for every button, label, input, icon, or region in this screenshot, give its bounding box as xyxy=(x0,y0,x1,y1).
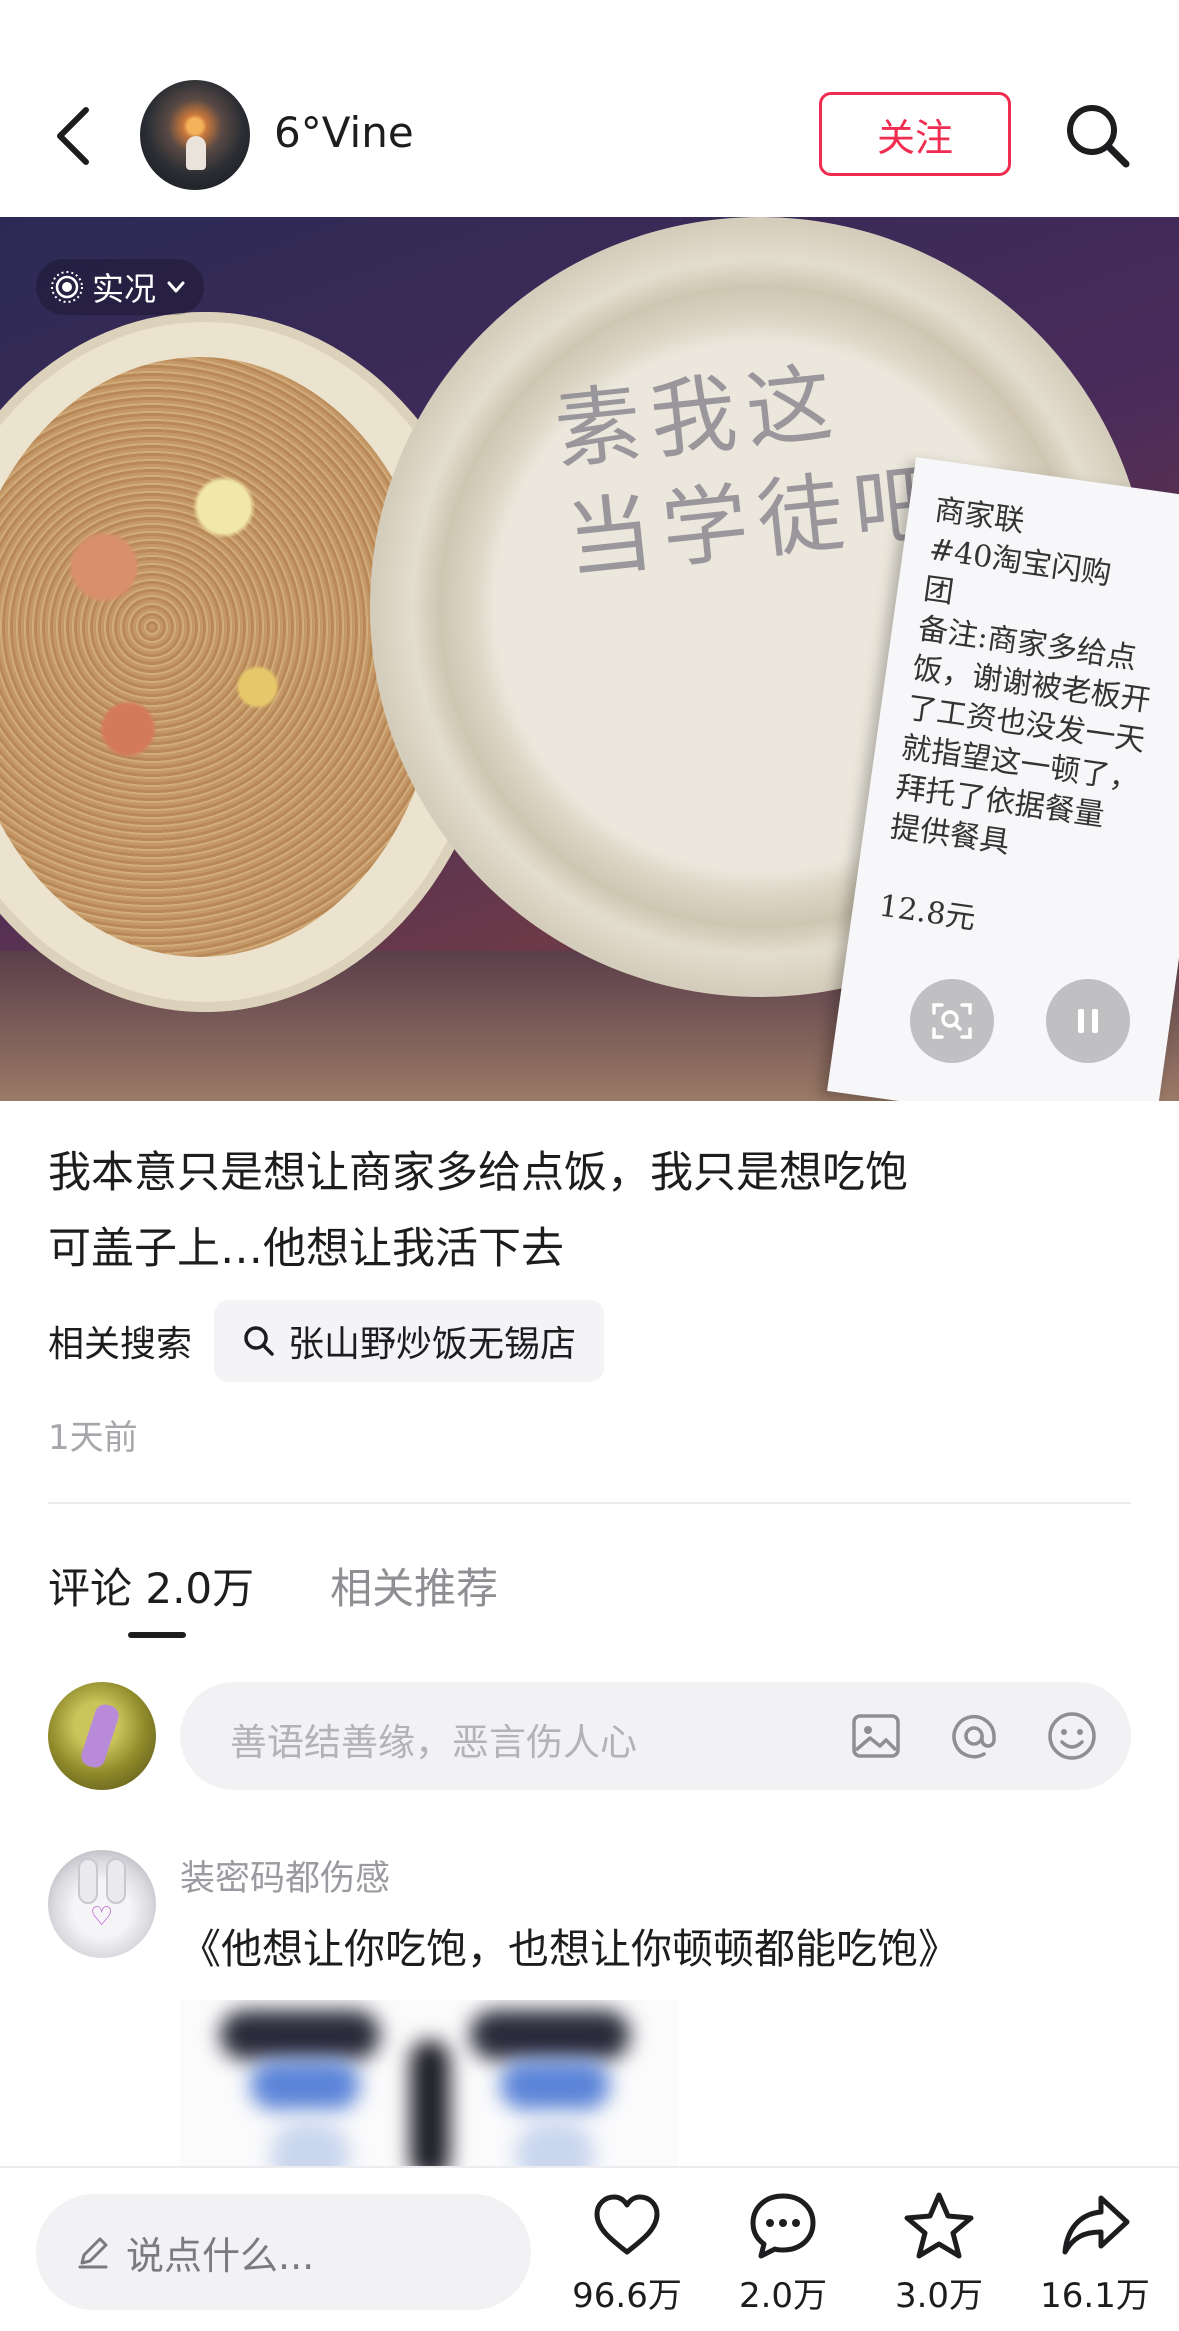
author-name[interactable]: 6°Vine xyxy=(274,108,414,157)
chevron-down-icon xyxy=(167,281,185,293)
pencil-icon xyxy=(78,2237,108,2269)
post-timestamp: 1天前 xyxy=(48,1418,138,1458)
my-avatar xyxy=(48,1682,156,1790)
mention-icon[interactable] xyxy=(944,1706,1004,1766)
live-photo-icon xyxy=(51,271,83,303)
share-count: 16.1万 xyxy=(1040,2276,1150,2316)
tab-bar: 评论 2.0万 相关推荐 xyxy=(48,1555,498,1635)
tab-comments[interactable]: 评论 2.0万 xyxy=(48,1555,254,1635)
comment-button[interactable]: 2.0万 xyxy=(718,2188,848,2328)
receipt-text: 商家联 #40淘宝闪购 团 备注:商家多给点 饭，谢谢被老板开 了工资也没发一天… xyxy=(876,492,1153,937)
heart-icon: ♡ xyxy=(90,1902,114,1932)
comment-input-placeholder: 善语结善缘，恶言伤人心 xyxy=(230,1721,637,1764)
commenter-avatar[interactable]: ♡ xyxy=(48,1850,156,1958)
related-search-label: 相关搜索 xyxy=(48,1324,193,1365)
post-photo[interactable]: 素我这 当学徒吧 商家联 #40淘宝闪购 团 备注:商家多给点 饭，谢谢被老板开… xyxy=(0,217,1179,1101)
commenter-name[interactable]: 装密码都伤感 xyxy=(180,1850,390,1901)
star-icon xyxy=(904,2192,974,2259)
follow-button[interactable]: 关注 xyxy=(819,92,1011,176)
tab-related-recommendations[interactable]: 相关推荐 xyxy=(330,1555,498,1635)
comment-text: 《他想让你吃饱，也想让你顿顿都能吃饱》 xyxy=(180,1925,959,1973)
say-something-input[interactable]: 说点什么... xyxy=(36,2194,531,2310)
like-button[interactable]: 96.6万 xyxy=(562,2188,692,2328)
caption-line-2: 可盖子上…他想让我活下去 xyxy=(48,1224,564,1274)
comment-count: 2.0万 xyxy=(738,2276,828,2316)
bottom-action-bar: 说点什么... 96.6万 2.0万 3.0万 16.1万 xyxy=(0,2166,1179,2331)
search-icon xyxy=(1067,105,1130,168)
post-caption: 我本意只是想让商家多给点饭，我只是想吃饱 可盖子上…他想让我活下去 xyxy=(48,1135,1138,1287)
active-tab-indicator xyxy=(128,1632,186,1638)
image-icon[interactable] xyxy=(846,1706,906,1766)
chevron-left-icon xyxy=(57,107,89,165)
scan-search-icon xyxy=(932,1003,972,1039)
lid-handwriting: 素我这 当学徒吧 xyxy=(550,352,954,592)
caption-line-1: 我本意只是想让商家多给点饭，我只是想吃饱 xyxy=(48,1148,908,1198)
top-bar: 6°Vine 关注 xyxy=(0,0,1179,217)
favorite-count: 3.0万 xyxy=(894,2276,984,2316)
related-search-query: 张山野炒饭无锡店 xyxy=(288,1324,577,1365)
emoji-icon[interactable] xyxy=(1042,1706,1102,1766)
comment-input[interactable]: 善语结善缘，恶言伤人心 xyxy=(180,1682,1131,1790)
related-search: 相关搜索 张山野炒饭无锡店 xyxy=(48,1300,605,1382)
comment-bubble-icon xyxy=(750,2193,816,2259)
like-count: 96.6万 xyxy=(572,2276,682,2316)
live-photo-badge[interactable]: 实况 xyxy=(36,259,205,315)
heart-icon xyxy=(594,2194,660,2255)
author-avatar[interactable] xyxy=(140,80,250,190)
search-icon xyxy=(244,1326,274,1356)
live-photo-label: 实况 xyxy=(92,270,157,308)
related-search-chip[interactable]: 张山野炒饭无锡店 xyxy=(214,1300,605,1382)
back-button[interactable] xyxy=(44,96,104,176)
search-button[interactable] xyxy=(1062,100,1134,172)
divider xyxy=(48,1502,1131,1504)
pause-button[interactable] xyxy=(1046,979,1130,1063)
share-button[interactable]: 16.1万 xyxy=(1030,2188,1160,2328)
image-search-button[interactable] xyxy=(910,979,994,1063)
pause-icon xyxy=(1078,1009,1098,1033)
favorite-button[interactable]: 3.0万 xyxy=(874,2188,1004,2328)
say-something-placeholder: 说点什么... xyxy=(126,2233,315,2278)
share-arrow-icon xyxy=(1062,2195,1130,2255)
